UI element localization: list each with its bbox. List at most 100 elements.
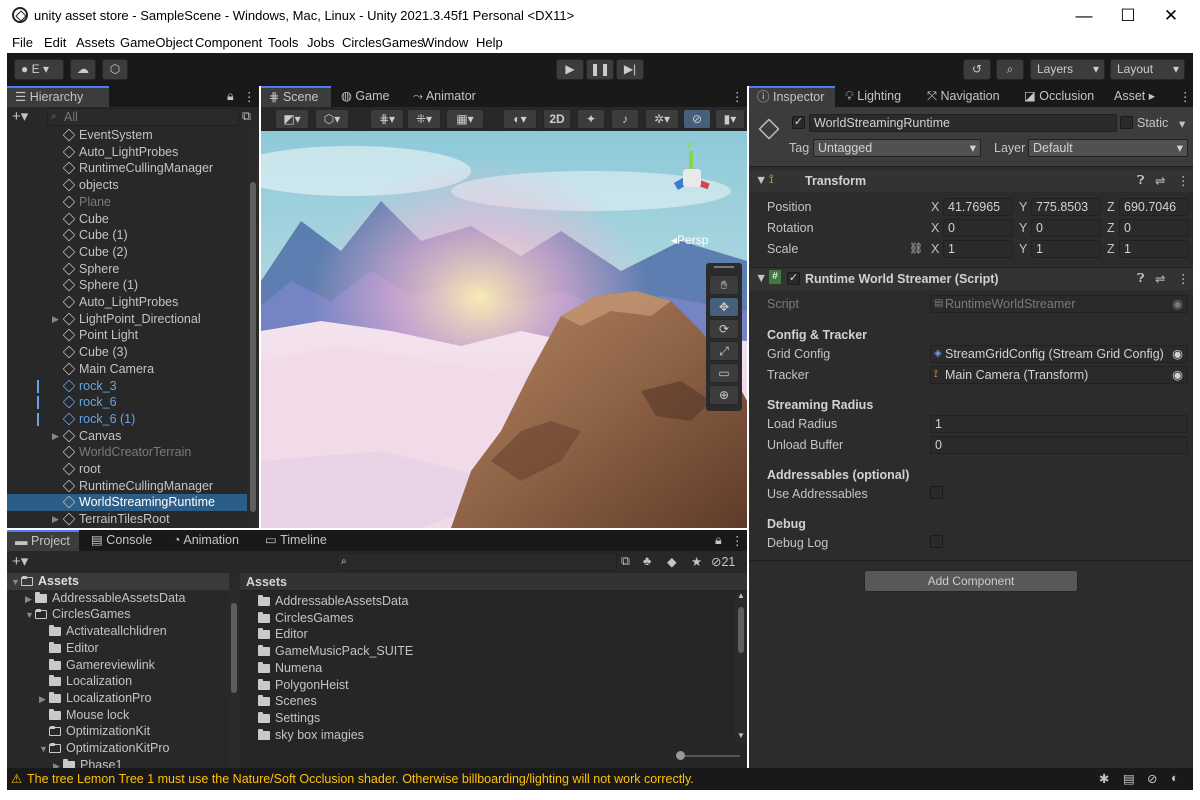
- expand-arrow-icon[interactable]: ▶: [52, 428, 59, 445]
- hierarchy-item[interactable]: Cube: [7, 211, 247, 228]
- rotation-x-field[interactable]: 0: [943, 219, 1013, 237]
- expand-arrow-icon[interactable]: ▶: [53, 758, 63, 768]
- search-by-type-icon[interactable]: ⧉: [621, 554, 630, 569]
- files-scrollbar[interactable]: ▲ ▼: [735, 591, 747, 743]
- tab-inspector[interactable]: ⓘ Inspector: [749, 86, 835, 107]
- hierarchy-item[interactable]: Sphere (1): [7, 277, 247, 294]
- menu-file[interactable]: File: [12, 35, 33, 50]
- rect-tool-icon[interactable]: ▭: [709, 363, 739, 383]
- hierarchy-item[interactable]: Cube (2): [7, 244, 247, 261]
- position-z-field[interactable]: 690.7046: [1119, 198, 1189, 216]
- tab-console[interactable]: ▤ Console: [83, 530, 160, 551]
- add-icon[interactable]: +▾: [12, 107, 28, 125]
- project-tree-item[interactable]: ▼ Assets: [7, 573, 229, 590]
- label-filter-icon[interactable]: ◆: [667, 554, 677, 569]
- scale-x-field[interactable]: 1: [943, 240, 1013, 258]
- project-search-input[interactable]: ⌕: [337, 553, 617, 571]
- hierarchy-item[interactable]: rock_6 (1): [7, 411, 247, 428]
- expand-arrow-icon[interactable]: ▼: [25, 607, 35, 624]
- object-picker-icon[interactable]: ◉: [1172, 346, 1183, 362]
- asset-list-item[interactable]: Settings: [240, 710, 735, 727]
- draw-mode-dropdown[interactable]: ◩▾: [275, 109, 309, 129]
- use-addressables-checkbox[interactable]: [930, 486, 943, 499]
- debug-log-checkbox[interactable]: [930, 535, 943, 548]
- project-tree-item[interactable]: ▶ Phase1: [7, 757, 229, 768]
- hierarchy-item[interactable]: ▶ LightPoint_Directional: [7, 311, 247, 328]
- asset-list-item[interactable]: Scenes: [240, 693, 735, 710]
- hidden-count-badge[interactable]: ⊘21: [711, 554, 735, 569]
- menu-help[interactable]: Help: [476, 35, 503, 50]
- filter-icon[interactable]: ♣: [643, 554, 651, 568]
- menu-gameobject[interactable]: GameObject: [120, 35, 193, 50]
- project-tree-item[interactable]: ▼ CirclesGames: [7, 606, 229, 623]
- static-dropdown-icon[interactable]: ▾: [1179, 116, 1185, 131]
- tab-occlusion[interactable]: ◪ Occlusion: [1016, 86, 1102, 107]
- project-tree-item[interactable]: Gamereviewlink: [7, 657, 229, 674]
- hierarchy-item[interactable]: Main Camera: [7, 361, 247, 378]
- tag-dropdown[interactable]: Untagged ▾: [813, 139, 981, 157]
- favorite-icon[interactable]: ★: [691, 554, 702, 569]
- kebab-menu-icon[interactable]: ⋮: [1179, 89, 1192, 104]
- expand-arrow-icon[interactable]: ▶: [25, 591, 35, 608]
- menu-circlesgames[interactable]: CirclesGames: [342, 35, 424, 50]
- tab-scene[interactable]: ⋕ Scene: [261, 86, 331, 107]
- hierarchy-item[interactable]: Cube (3): [7, 344, 247, 361]
- asset-list-item[interactable]: Editor: [240, 626, 735, 643]
- menu-jobs[interactable]: Jobs: [307, 35, 334, 50]
- hand-tool-icon[interactable]: ✋︎: [709, 275, 739, 295]
- hierarchy-item[interactable]: objects: [7, 177, 247, 194]
- menu-component[interactable]: Component: [195, 35, 262, 50]
- scrollbar-thumb[interactable]: [231, 603, 237, 693]
- script-header[interactable]: ▼ # ✓ Runtime World Streamer (Script) ❓︎…: [749, 268, 1193, 290]
- object-picker-icon[interactable]: ◉: [1172, 367, 1183, 383]
- auto-generate-lighting-icon[interactable]: ⊘: [1147, 771, 1157, 786]
- assets-breadcrumb-label[interactable]: Assets: [246, 575, 287, 589]
- gizmo-dropdown[interactable]: ⬡▾: [315, 109, 349, 129]
- scene-view-icon[interactable]: ⧉: [242, 109, 251, 124]
- layout-dropdown[interactable]: Layout ▾: [1110, 59, 1185, 80]
- asset-list-item[interactable]: CirclesGames: [240, 610, 735, 627]
- scrollbar-thumb[interactable]: [250, 182, 256, 512]
- kebab-menu-icon[interactable]: ⋮: [731, 533, 744, 548]
- hierarchy-item[interactable]: Auto_LightProbes: [7, 294, 247, 311]
- tab-game[interactable]: ◍ Game: [333, 86, 397, 107]
- asset-list-item[interactable]: GameMusicPack_SUITE: [240, 643, 735, 660]
- hierarchy-item[interactable]: rock_3: [7, 378, 247, 395]
- hierarchy-item[interactable]: RuntimeCullingManager: [7, 478, 247, 495]
- hierarchy-item[interactable]: RuntimeCullingManager: [7, 160, 247, 177]
- snap-increment-dropdown[interactable]: ⁜▾: [407, 109, 441, 129]
- audio-toggle-icon[interactable]: ♪: [611, 109, 639, 129]
- pause-button[interactable]: ❚❚: [586, 59, 614, 80]
- object-name-field[interactable]: WorldStreamingRuntime: [809, 114, 1117, 132]
- status-message[interactable]: The tree Lemon Tree 1 must use the Natur…: [27, 772, 694, 786]
- cloud-icon[interactable]: ☁: [70, 59, 96, 80]
- move-tool-icon[interactable]: ✥: [709, 297, 739, 317]
- tab-animation[interactable]: ◔ Animation: [165, 530, 247, 551]
- tracker-field[interactable]: ⟟ Main Camera (Transform) ◉: [930, 366, 1188, 384]
- static-checkbox[interactable]: [1120, 116, 1133, 129]
- maximize-button[interactable]: ☐: [1105, 4, 1151, 28]
- project-tree-item[interactable]: OptimizationKit: [7, 723, 229, 740]
- kebab-menu-icon[interactable]: ⋮: [1177, 173, 1190, 188]
- project-tree-item[interactable]: Mouse lock: [7, 707, 229, 724]
- grid-visibility-dropdown[interactable]: ▦▾: [446, 109, 484, 129]
- hierarchy-item[interactable]: EventSystem: [7, 127, 247, 144]
- hierarchy-item[interactable]: Auto_LightProbes: [7, 144, 247, 161]
- rotation-y-field[interactable]: 0: [1031, 219, 1101, 237]
- help-icon[interactable]: ❓︎: [1137, 173, 1145, 188]
- expand-arrow-icon[interactable]: ▼: [39, 741, 49, 758]
- expand-arrow-icon[interactable]: ▼: [11, 574, 21, 591]
- project-tree-item[interactable]: Localization: [7, 673, 229, 690]
- icon-size-slider[interactable]: [676, 751, 740, 760]
- hierarchy-item[interactable]: ▶ Canvas: [7, 428, 247, 445]
- preset-icon[interactable]: ⇌: [1155, 173, 1165, 188]
- close-button[interactable]: ✕: [1148, 4, 1194, 28]
- project-tree-item[interactable]: Editor: [7, 640, 229, 657]
- tab-asset[interactable]: Asset ▸: [1106, 86, 1163, 107]
- minimize-button[interactable]: —: [1061, 4, 1107, 28]
- script-enabled-checkbox[interactable]: ✓: [787, 272, 800, 285]
- scale-y-field[interactable]: 1: [1031, 240, 1101, 258]
- add-component-button[interactable]: Add Component: [864, 570, 1078, 592]
- menu-edit[interactable]: Edit: [44, 35, 66, 50]
- kebab-menu-icon[interactable]: ⋮: [731, 89, 744, 104]
